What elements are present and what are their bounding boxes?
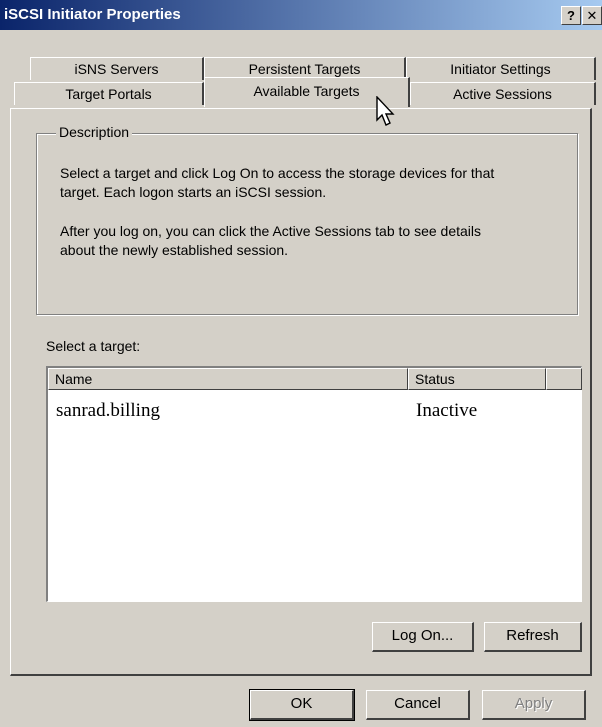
target-list[interactable]: Name Status sanrad.billing Inactive	[46, 366, 582, 602]
log-on-button[interactable]: Log On...	[372, 622, 474, 652]
description-legend: Description	[56, 124, 133, 140]
description-text-2a: After you log on, you can click the Acti…	[60, 223, 482, 239]
cancel-button[interactable]: Cancel	[366, 690, 470, 720]
refresh-button[interactable]: Refresh	[484, 622, 582, 652]
description-text-1a: Select a target and click Log On to acce…	[60, 165, 495, 181]
tab-target-portals[interactable]: Target Portals	[14, 82, 204, 105]
tab-isns-servers[interactable]: iSNS Servers	[30, 57, 204, 80]
target-name-cell[interactable]: sanrad.billing	[56, 400, 160, 422]
iscsi-properties-dialog: iSCSI Initiator Properties ? ✕ iSNS Serv…	[0, 0, 602, 727]
apply-button: Apply	[482, 690, 586, 720]
description-text-1b: target. Each logon starts an iSCSI sessi…	[60, 184, 327, 200]
tab-initiator-settings[interactable]: Initiator Settings	[406, 57, 596, 80]
close-button[interactable]: ✕	[582, 6, 602, 25]
column-header-status[interactable]: Status	[408, 368, 546, 390]
column-header-name[interactable]: Name	[48, 368, 408, 390]
help-button[interactable]: ?	[561, 6, 581, 25]
title-bar[interactable]: iSCSI Initiator Properties ? ✕	[0, 0, 602, 30]
window-title: iSCSI Initiator Properties	[4, 6, 181, 23]
tab-active-sessions[interactable]: Active Sessions	[410, 82, 596, 105]
mouse-pointer-icon	[376, 95, 396, 131]
ok-button[interactable]: OK	[249, 689, 355, 721]
target-status-cell[interactable]: Inactive	[416, 400, 477, 422]
column-header-filler	[546, 368, 582, 390]
description-text-2b: about the newly established session.	[60, 242, 289, 258]
select-target-label: Select a target:	[46, 338, 141, 354]
